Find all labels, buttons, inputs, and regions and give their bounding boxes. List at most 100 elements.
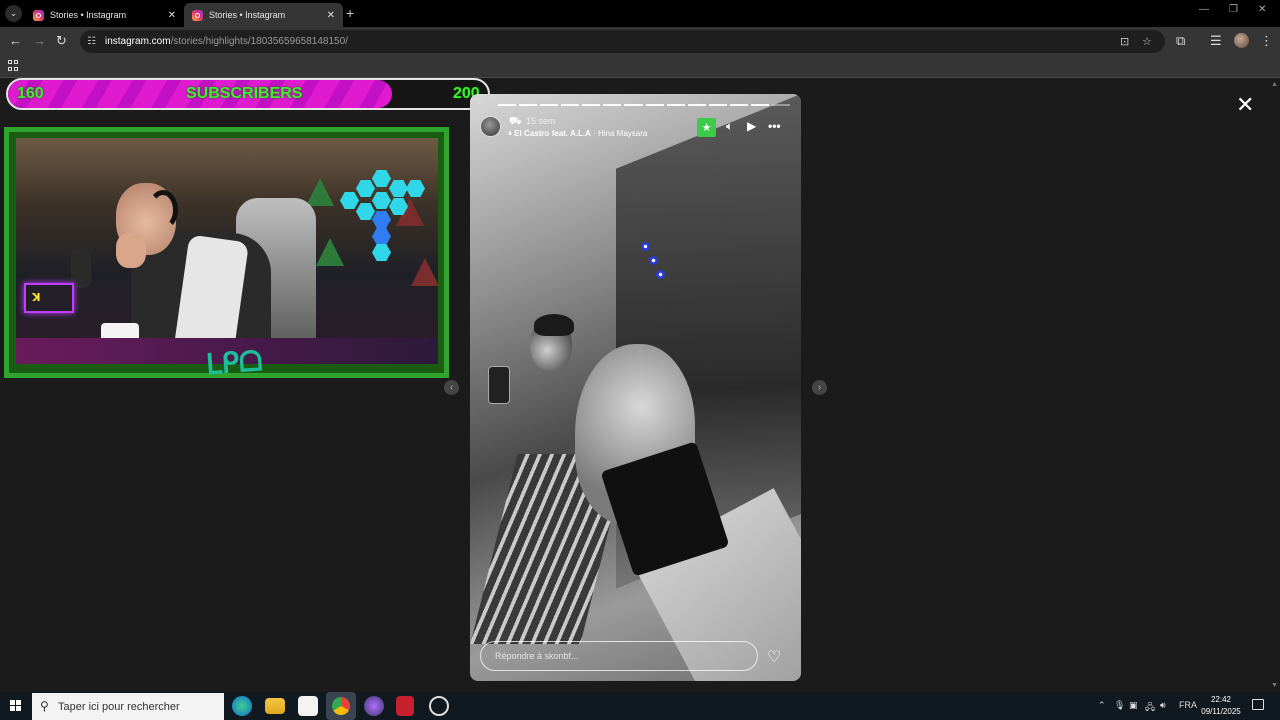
language-indicator[interactable]: FRA [1179, 700, 1197, 710]
profile-avatar[interactable] [1234, 33, 1249, 48]
hex-light [389, 180, 408, 197]
hex-light [356, 180, 375, 197]
microphone [71, 248, 91, 288]
restore-icon[interactable]: ❐ [1229, 4, 1238, 15]
tab-inactive[interactable]: Stories • Instagram ✕ [25, 3, 184, 27]
file-explorer-icon[interactable] [265, 698, 285, 714]
app-icon[interactable] [396, 696, 414, 716]
webcam-overlay: ꓘ ᒪᑭᗝ [4, 127, 449, 381]
new-tab-button[interactable]: + [346, 5, 354, 21]
volume-icon[interactable]: 🔈︎ [726, 119, 733, 134]
url-path: /stories/highlights/18035659658148150/ [170, 36, 348, 47]
app-icon[interactable] [364, 696, 384, 716]
clock-time: 22:42 [1210, 695, 1232, 704]
story-card[interactable]: ⛟ 15 sem ⏸ El Castro feat. A.L.A · Hina … [470, 94, 801, 681]
scroll-down-arrow[interactable]: ▼ [1271, 682, 1278, 689]
site-info-icon[interactable]: ☷ [87, 36, 96, 47]
progress-segment [582, 104, 601, 106]
story-time: 15 sem [526, 116, 556, 126]
song-title: El Castro feat. A.L.A [514, 129, 591, 138]
tab-title: Stories • Instagram [209, 10, 286, 20]
search-icon: ⚲ [40, 699, 49, 713]
taskbar-search[interactable]: ⚲ Taper ici pour rechercher [32, 693, 224, 720]
progress-segment [624, 104, 643, 106]
app-icon[interactable] [429, 696, 449, 716]
tab-active[interactable]: Stories • Instagram ✕ [184, 3, 343, 27]
tab-title: Stories • Instagram [50, 10, 127, 20]
subscriber-current: 160 [17, 85, 44, 102]
clock[interactable]: 22:42 09/11/2025 [1198, 694, 1244, 718]
scroll-up-arrow[interactable]: ▲ [1271, 81, 1278, 88]
display-icon[interactable]: ▣ [1129, 700, 1138, 711]
close-icon[interactable]: ✕ [327, 10, 335, 21]
network-icon[interactable]: 🖧︎ [1145, 700, 1155, 716]
edge-icon[interactable] [232, 696, 252, 716]
close-icon[interactable]: ✕ [168, 10, 176, 21]
hex-light [372, 228, 391, 245]
notifications-icon[interactable] [1252, 699, 1264, 710]
store-icon[interactable] [298, 696, 318, 716]
progress-segment [561, 104, 580, 106]
play-icon[interactable]: ▶ [747, 119, 756, 133]
neon-sign: ꓘ [24, 283, 74, 313]
wall-decor [316, 238, 344, 266]
story-user-icon: ⛟ [509, 116, 522, 127]
install-app-icon[interactable]: ⊡ [1120, 35, 1129, 48]
hex-light [372, 244, 391, 261]
hex-light [356, 203, 375, 220]
subscriber-label: SUBSCRIBERS [186, 85, 303, 102]
story-avatar[interactable] [480, 116, 501, 137]
minimize-icon[interactable]: — [1199, 4, 1209, 15]
search-placeholder: Taper ici pour rechercher [58, 700, 180, 713]
chrome-taskbar-active[interactable] [326, 692, 356, 720]
progress-segment [729, 104, 748, 106]
progress-segment [498, 104, 517, 106]
start-button[interactable] [10, 700, 21, 711]
back-icon[interactable]: ← [9, 33, 22, 49]
taskbar: ⚲ Taper ici pour rechercher ⌃ 🎙︎ ▣ 🖧︎ 🔊︎… [0, 692, 1280, 720]
hex-light [372, 211, 391, 228]
toolbar: ← → ↻ ☷ instagram.com/stories/highlights… [0, 27, 1280, 56]
progress-segment [687, 104, 706, 106]
close-story-button[interactable]: ✕ [1236, 94, 1254, 116]
story-music[interactable]: ⏸ El Castro feat. A.L.A · Hina Maysara [508, 129, 647, 139]
headphones-icon [148, 190, 178, 230]
progress-segment [603, 104, 622, 106]
extensions-icon[interactable]: ⧉ [1176, 33, 1185, 49]
evil-eye-icon [649, 256, 658, 265]
tab-search-button[interactable]: ⌄ [5, 5, 22, 22]
reply-input[interactable]: Répondre à skonbf... [480, 641, 758, 671]
volume-icon[interactable]: 🔊︎ [1160, 700, 1166, 711]
instagram-icon [33, 9, 44, 21]
instagram-icon [192, 9, 203, 21]
chevron-down-icon: ⌄ [9, 8, 18, 18]
next-story-button[interactable]: › [812, 380, 827, 395]
chrome-icon [332, 697, 350, 715]
apps-grid-icon[interactable] [8, 60, 19, 71]
reload-icon[interactable]: ↻ [56, 33, 67, 49]
evil-eye-icon [656, 270, 665, 279]
story-progress [498, 104, 791, 106]
progress-segment [540, 104, 559, 106]
mic-icon[interactable]: 🎙︎ [1114, 700, 1125, 711]
window-close-icon[interactable]: ✕ [1258, 4, 1266, 15]
address-bar[interactable]: ☷ instagram.com/stories/highlights/18035… [80, 30, 1165, 53]
hex-light [406, 180, 425, 197]
heart-icon[interactable]: ♡ [767, 647, 781, 667]
bookmark-star-icon[interactable]: ☆ [1142, 35, 1152, 48]
progress-segment [645, 104, 664, 106]
hex-light [372, 170, 391, 187]
progress-segment [666, 104, 685, 106]
forward-icon[interactable]: → [33, 33, 46, 49]
close-friends-star-icon: ★ [697, 118, 716, 137]
more-options-icon[interactable]: ••• [768, 119, 781, 133]
wall-decor [411, 258, 438, 286]
tray-expand-icon[interactable]: ⌃ [1098, 700, 1106, 711]
progress-segment [772, 104, 791, 106]
reading-list-icon[interactable]: ☰ [1210, 33, 1222, 49]
progress-segment [708, 104, 727, 106]
prev-story-button[interactable]: ‹ [444, 380, 459, 395]
channel-logo: ᒪᑭᗝ [204, 344, 264, 381]
clock-date: 09/11/2025 [1201, 707, 1241, 716]
menu-icon[interactable]: ⋮ [1260, 33, 1273, 49]
